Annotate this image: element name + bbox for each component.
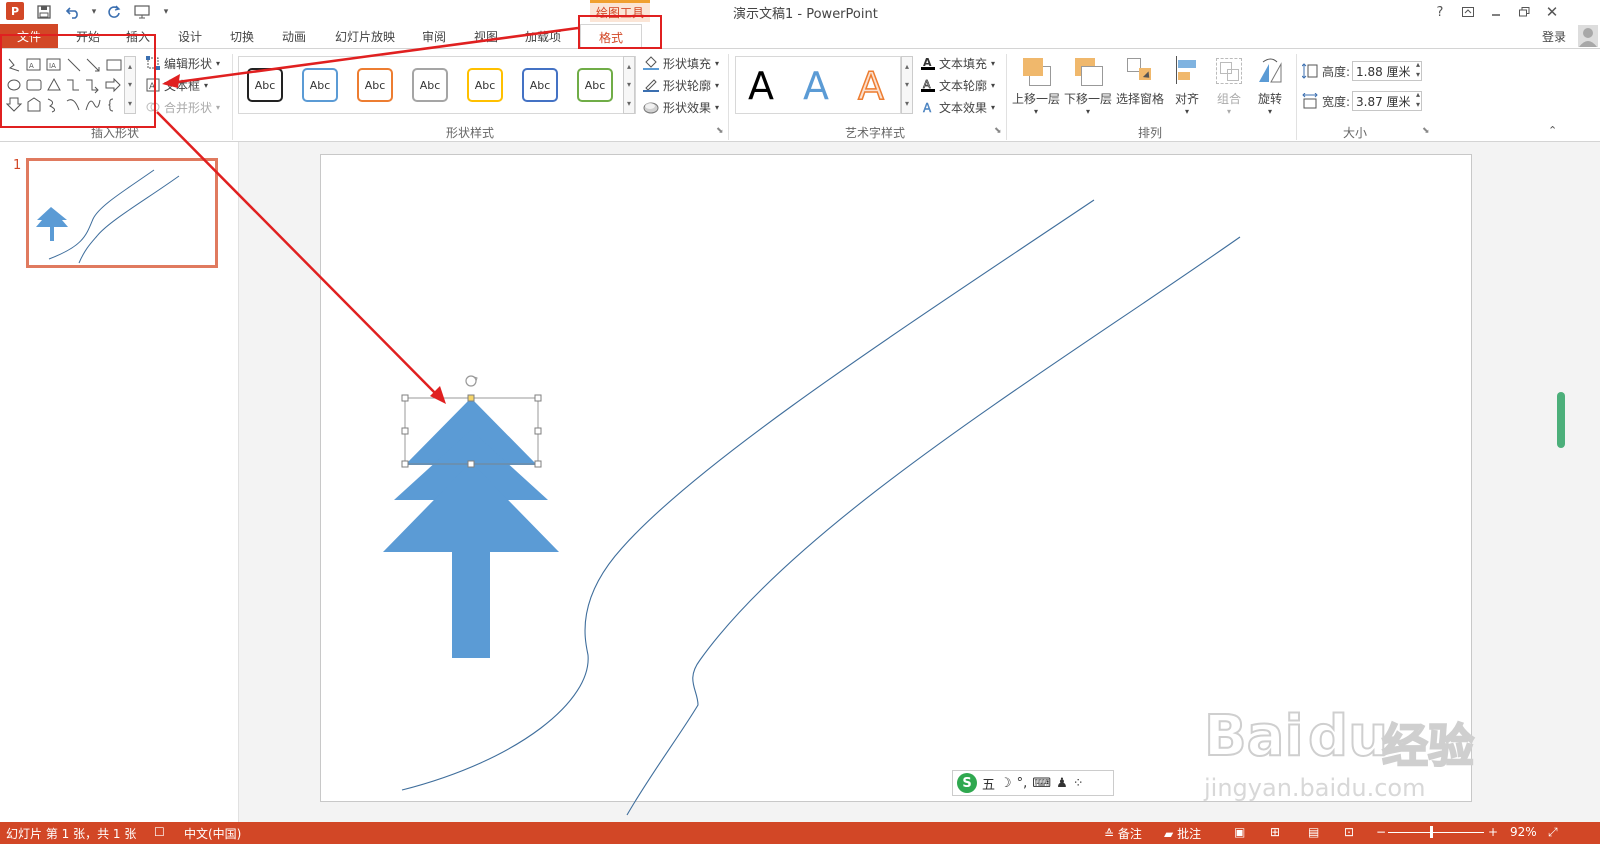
zoom-slider-thumb[interactable] <box>1430 826 1433 838</box>
watermark-brand-bai: Bai <box>1203 703 1305 770</box>
watermark-url: jingyan.baidu.com <box>1204 774 1426 802</box>
notes-icon: ≙ <box>1104 827 1115 841</box>
punctuation-icon[interactable]: °, <box>1017 776 1028 791</box>
comments-label: 批注 <box>1177 827 1202 841</box>
keyboard-icon[interactable]: ⌨ <box>1032 776 1051 791</box>
slide-counter: 幻灯片 第 1 张，共 1 张 <box>6 827 137 841</box>
comments-button[interactable]: ▰ 批注 <box>1164 825 1201 842</box>
comment-icon: ▰ <box>1164 827 1174 841</box>
moon-icon[interactable]: ☽ <box>1000 776 1012 791</box>
zoom-in-icon[interactable]: + <box>1488 825 1498 839</box>
vertical-scroll-handle[interactable] <box>1557 392 1565 448</box>
ime-mode-label[interactable]: 五 <box>982 774 995 793</box>
user-icon[interactable]: ♟ <box>1056 776 1068 791</box>
slideshow-view-icon[interactable]: ⊡ <box>1344 825 1354 839</box>
language-indicator[interactable]: 中文(中国) <box>184 825 241 842</box>
reading-view-icon[interactable]: ▤ <box>1308 825 1319 839</box>
normal-view-icon[interactable]: ▣ <box>1234 825 1245 839</box>
fit-to-window-icon[interactable]: ⤢ <box>1548 825 1558 840</box>
spellcheck-icon[interactable]: ☐ <box>154 825 165 839</box>
notes-label: 备注 <box>1117 827 1142 841</box>
watermark-brand-du: du <box>1307 703 1389 770</box>
watermark-brand-jingyan: 经验 <box>1381 718 1475 774</box>
arrowhead-to-textbox <box>162 74 180 88</box>
sogou-ime-icon[interactable]: S <box>957 773 977 793</box>
zoom-level[interactable]: 92% <box>1510 825 1537 839</box>
annotation-arrows <box>156 26 579 399</box>
annotation-box-format-tab <box>578 15 662 49</box>
baidu-jingyan-watermark: Bai du 经验 jingyan.baidu.com <box>1203 680 1504 810</box>
slide-sorter-icon[interactable]: ⊞ <box>1270 825 1280 839</box>
grid-icon[interactable]: ⁘ <box>1073 776 1084 791</box>
annotation-box-insert-shapes <box>0 34 156 128</box>
notes-button[interactable]: ≙ 备注 <box>1104 825 1142 842</box>
tree-shape <box>383 398 559 658</box>
zoom-slider-track[interactable] <box>1388 832 1484 833</box>
zoom-out-icon[interactable]: − <box>1376 825 1386 839</box>
road-right-curve <box>626 236 1241 816</box>
ime-toolbar[interactable]: S 五 ☽ °, ⌨ ♟ ⁘ <box>952 770 1114 796</box>
